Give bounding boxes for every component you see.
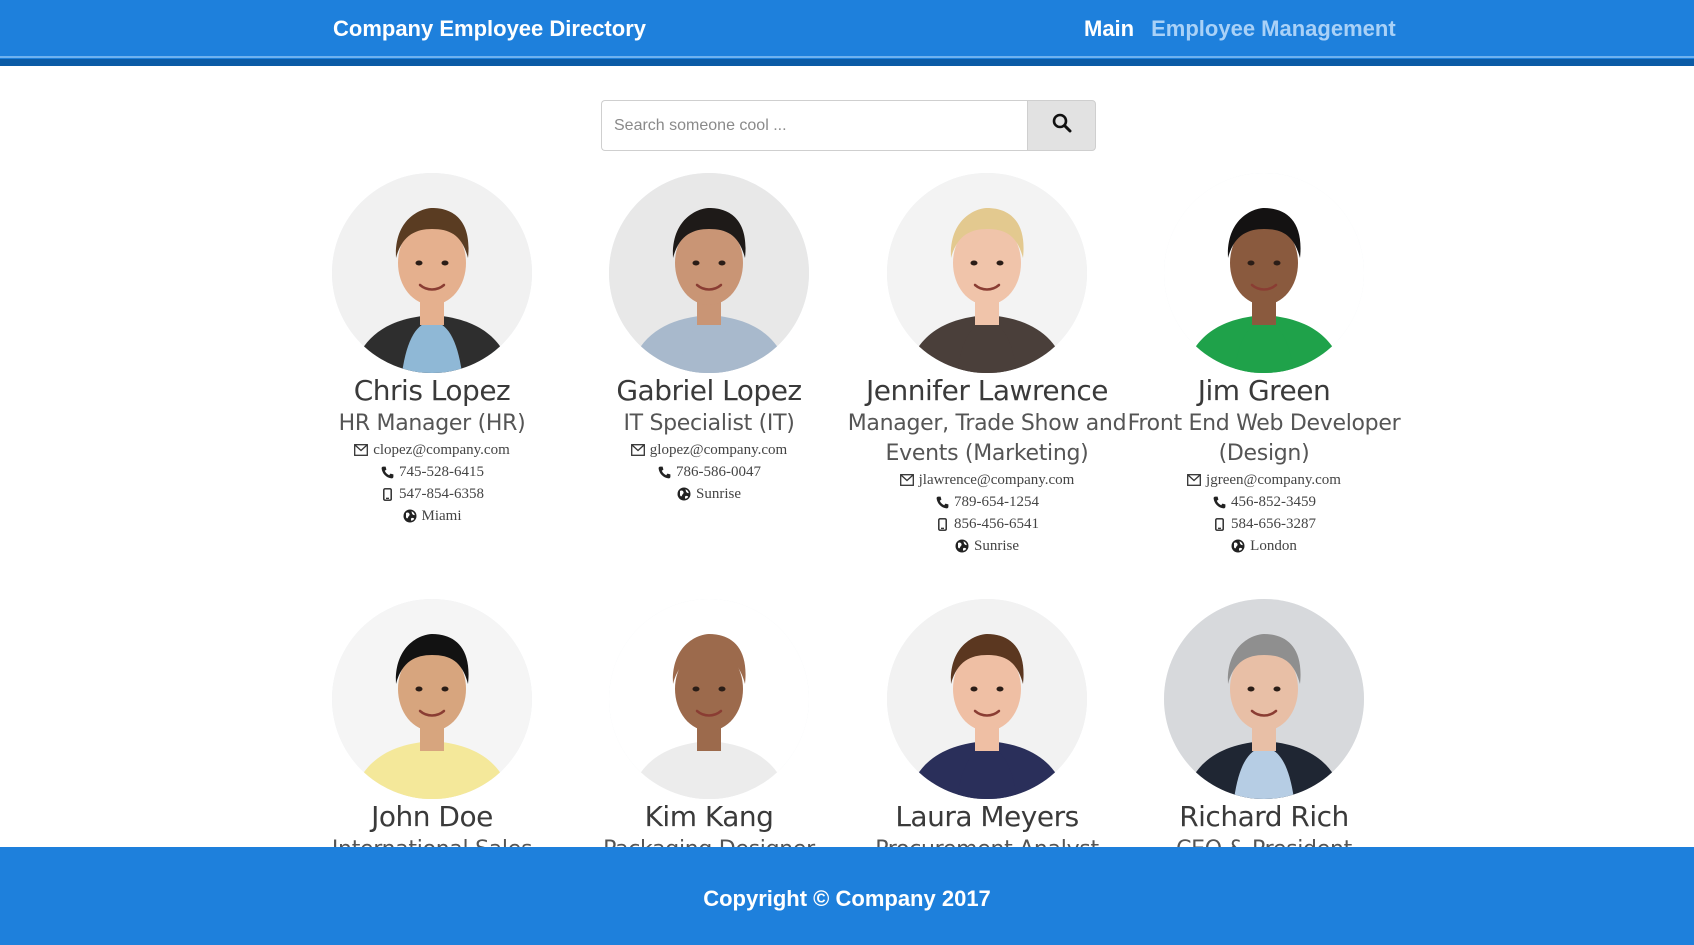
- employee-photo: [332, 599, 532, 799]
- employee-photo: [1164, 173, 1364, 373]
- employee-mobile[interactable]: 856-456-6541: [954, 513, 1039, 535]
- employee-name[interactable]: Richard Rich: [1124, 799, 1404, 835]
- employee-title: HR Manager (HR): [338, 411, 526, 436]
- employee-phone[interactable]: 789-654-1254: [954, 491, 1039, 513]
- employee-mobile[interactable]: 584-656-3287: [1231, 513, 1316, 535]
- employee-email-line: clopez@company.com: [292, 439, 572, 461]
- employee-contact-info: glopez@company.com 786-586-0047 Sunrise: [569, 439, 849, 505]
- employee-title: IT Specialist (IT): [623, 411, 795, 436]
- employee-card[interactable]: Laura MeyersProcurement Analyst: [847, 599, 1127, 865]
- email-icon: [630, 443, 645, 457]
- employee-location: Miami: [421, 508, 462, 524]
- mobile-icon: [380, 487, 394, 501]
- employee-photo: [609, 173, 809, 373]
- employee-location-line: Sunrise: [569, 483, 849, 505]
- employee-email-line: glopez@company.com: [569, 439, 849, 461]
- employee-card[interactable]: Gabriel Lopez IT Specialist (IT) glopez@co…: [569, 173, 849, 505]
- employee-mobile-line: 584-656-3287: [1124, 513, 1404, 535]
- employee-phone-line: 745-528-6415: [292, 461, 572, 483]
- employee-name[interactable]: Kim Kang: [569, 799, 849, 835]
- employee-name[interactable]: Gabriel Lopez: [569, 373, 849, 409]
- phone-icon: [935, 495, 949, 509]
- employee-photo: [887, 599, 1087, 799]
- email-icon: [899, 473, 914, 487]
- employee-grid: Chris Lopez HR Manager (HR) clopez@company…: [0, 0, 1694, 945]
- employee-phone[interactable]: 786-586-0047: [676, 461, 761, 483]
- phone-icon: [657, 465, 671, 479]
- employee-name[interactable]: John Doe: [292, 799, 572, 835]
- employee-name[interactable]: Jim Green: [1124, 373, 1404, 409]
- footer: Copyright © Company 2017: [0, 847, 1694, 945]
- employee-contact-info: jgreen@company.com 456-852-3459 584-656-32…: [1124, 469, 1404, 557]
- employee-name[interactable]: Jennifer Lawrence: [847, 373, 1127, 409]
- employee-location-line: London: [1124, 535, 1404, 557]
- email-icon: [1187, 473, 1201, 487]
- employee-mobile-line: 547-854-6358: [292, 483, 572, 505]
- employee-card[interactable]: Kim KangPackaging Designer: [569, 599, 849, 865]
- employee-card[interactable]: Jim Green Front End Web Developer (Design…: [1124, 173, 1404, 557]
- phone-icon: [1212, 495, 1226, 509]
- employee-location: Sunrise: [974, 538, 1019, 554]
- employee-location: London: [1250, 538, 1297, 554]
- employee-location-line: Sunrise: [847, 535, 1127, 557]
- employee-photo: [1164, 599, 1364, 799]
- mobile-icon: [1212, 517, 1226, 531]
- employee-photo: [609, 599, 809, 799]
- employee-title: Front End Web Developer (Design): [1127, 411, 1401, 466]
- employee-name[interactable]: Chris Lopez: [292, 373, 572, 409]
- employee-email[interactable]: jgreen@company.com: [1206, 469, 1341, 491]
- employee-email[interactable]: glopez@company.com: [650, 439, 787, 461]
- employee-name[interactable]: Laura Meyers: [847, 799, 1127, 835]
- employee-email[interactable]: clopez@company.com: [373, 439, 510, 461]
- employee-location: Sunrise: [696, 486, 741, 502]
- globe-icon: [955, 539, 969, 553]
- employee-phone[interactable]: 456-852-3459: [1231, 491, 1316, 513]
- employee-email[interactable]: jlawrence@company.com: [919, 469, 1075, 491]
- mobile-icon: [935, 517, 949, 531]
- employee-mobile[interactable]: 547-854-6358: [399, 483, 484, 505]
- employee-contact-info: jlawrence@company.com 789-654-1254 856-456…: [847, 469, 1127, 557]
- employee-title: Manager, Trade Show and Events (Marketin…: [847, 411, 1127, 466]
- globe-icon: [403, 509, 417, 523]
- employee-photo: [332, 173, 532, 373]
- phone-icon: [380, 465, 394, 479]
- employee-card[interactable]: Chris Lopez HR Manager (HR) clopez@company…: [292, 173, 572, 527]
- employee-card[interactable]: Jennifer Lawrence Manager, Trade Show and…: [847, 173, 1127, 557]
- employee-phone-line: 789-654-1254: [847, 491, 1127, 513]
- employee-email-line: jgreen@company.com: [1124, 469, 1404, 491]
- employee-card[interactable]: Richard RichCEO & President: [1124, 599, 1404, 865]
- footer-copyright: Copyright © Company 2017: [703, 886, 991, 911]
- employee-location-line: Miami: [292, 505, 572, 527]
- globe-icon: [677, 487, 691, 501]
- employee-phone-line: 786-586-0047: [569, 461, 849, 483]
- globe-icon: [1231, 539, 1245, 553]
- employee-phone[interactable]: 745-528-6415: [399, 461, 484, 483]
- employee-card[interactable]: John DoeInternational Sales: [292, 599, 572, 865]
- email-icon: [354, 443, 369, 457]
- employee-contact-info: clopez@company.com 745-528-6415 547-854-63…: [292, 439, 572, 527]
- employee-email-line: jlawrence@company.com: [847, 469, 1127, 491]
- employee-phone-line: 456-852-3459: [1124, 491, 1404, 513]
- employee-mobile-line: 856-456-6541: [847, 513, 1127, 535]
- employee-photo: [887, 173, 1087, 373]
